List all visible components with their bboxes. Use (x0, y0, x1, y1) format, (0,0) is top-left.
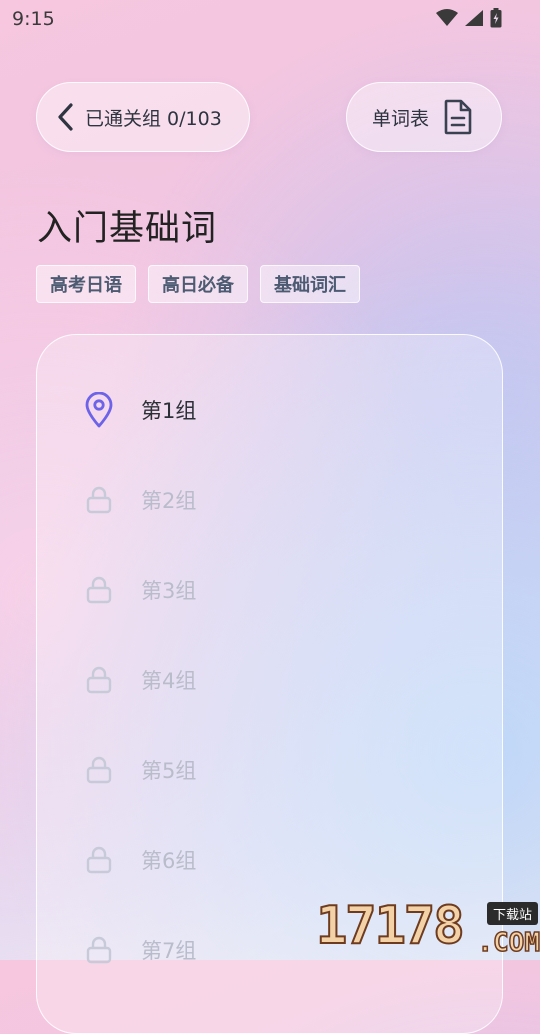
group-item-1[interactable]: 第1组 (77, 385, 457, 435)
page-title: 入门基础词 (37, 209, 218, 249)
tag-item: 高考日语 (36, 265, 136, 303)
group-label: 第3组 (141, 579, 197, 603)
watermark-digits: 17178 (315, 895, 466, 957)
chevron-left-icon (58, 103, 73, 131)
back-button[interactable]: 已通关组 0/103 (36, 82, 250, 152)
group-item-3[interactable]: 第3组 (77, 565, 457, 615)
lock-icon (86, 756, 112, 784)
status-bar: 9:15 (0, 0, 540, 36)
tag-item: 基础词汇 (260, 265, 360, 303)
group-label: 第1组 (141, 399, 197, 423)
document-icon (444, 99, 472, 135)
status-icons (436, 8, 502, 28)
lock-icon (86, 486, 112, 514)
passed-groups-label: 已通关组 0/103 (85, 107, 222, 130)
wifi-icon (436, 9, 458, 26)
status-time: 9:15 (12, 8, 55, 30)
lock-icon (86, 846, 112, 874)
battery-icon (490, 8, 502, 28)
group-label: 第5组 (141, 759, 197, 783)
cellular-signal-icon (465, 10, 483, 26)
group-item-5[interactable]: 第5组 (77, 745, 457, 795)
wordlist-button[interactable]: 单词表 (346, 82, 502, 152)
group-item-2[interactable]: 第2组 (77, 475, 457, 525)
wordlist-label: 单词表 (372, 107, 430, 130)
site-watermark: 17178 下载站 .COM (315, 894, 540, 960)
tag-list: 高考日语 高日必备 基础词汇 (36, 265, 360, 303)
group-item-6[interactable]: 第6组 (77, 835, 457, 885)
group-item-4[interactable]: 第4组 (77, 655, 457, 705)
lock-icon (86, 666, 112, 694)
group-label: 第7组 (141, 939, 197, 963)
watermark-badge: 下载站 (486, 902, 538, 925)
group-label: 第4组 (141, 669, 197, 693)
lock-icon (86, 576, 112, 604)
group-label: 第2组 (141, 489, 197, 513)
location-pin-icon (85, 392, 113, 428)
group-label: 第6组 (141, 849, 197, 873)
tag-item: 高日必备 (148, 265, 248, 303)
watermark-suffix: .COM (477, 927, 540, 959)
